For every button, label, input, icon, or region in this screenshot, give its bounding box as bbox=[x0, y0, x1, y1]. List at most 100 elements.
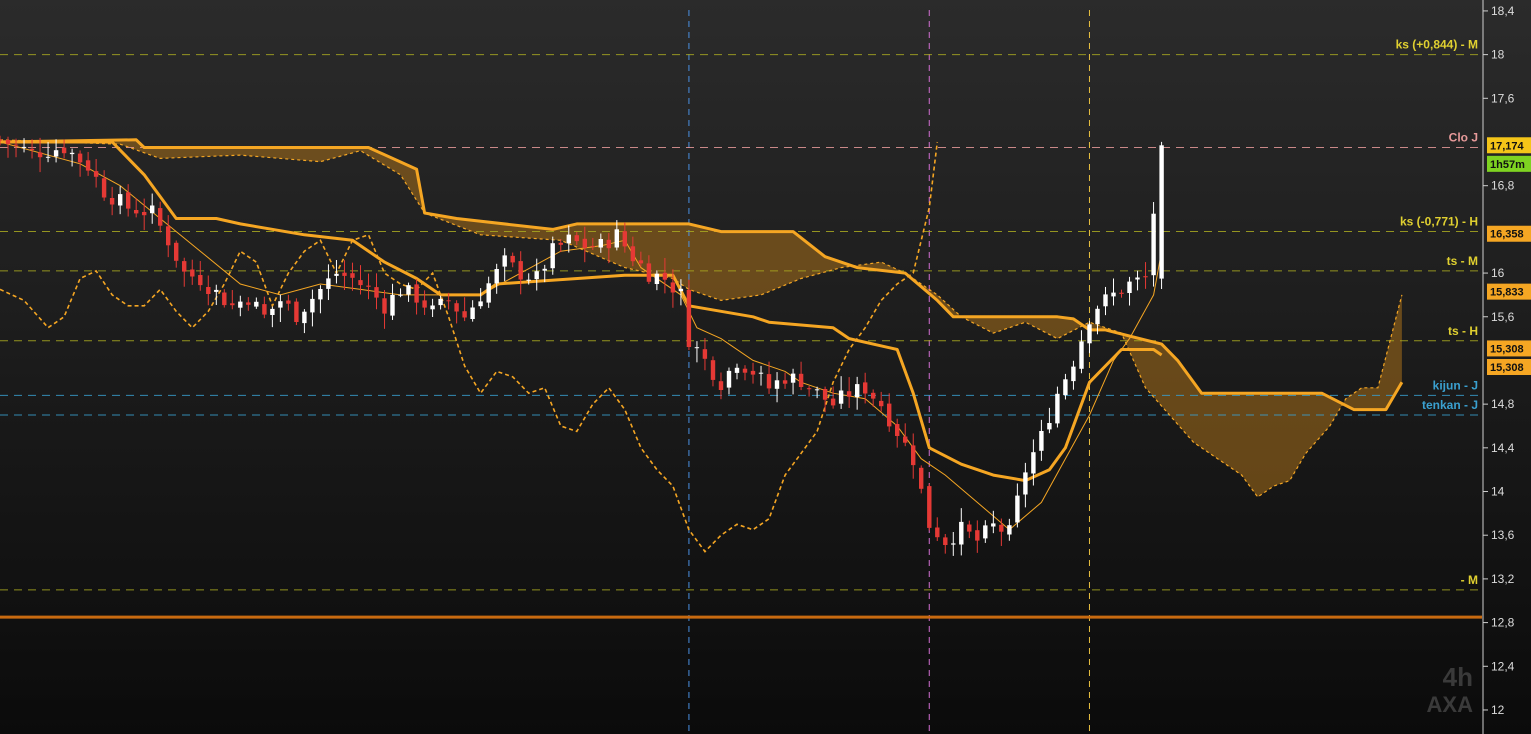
candle-body bbox=[911, 445, 916, 466]
candle-body bbox=[1111, 292, 1116, 297]
candle-body bbox=[895, 424, 900, 436]
candle-body bbox=[190, 269, 195, 277]
timeframe-watermark: 4h bbox=[1442, 662, 1473, 692]
candle-body bbox=[502, 255, 507, 267]
candle-body bbox=[1079, 341, 1084, 369]
axis-tick-label: 14,8 bbox=[1491, 397, 1515, 411]
candle-body bbox=[822, 389, 828, 400]
candle-body bbox=[654, 273, 660, 284]
candle-body bbox=[1119, 292, 1124, 294]
candle-body bbox=[414, 284, 419, 303]
candle-body bbox=[678, 288, 684, 292]
candle-body bbox=[919, 467, 924, 489]
candle-body bbox=[1103, 294, 1108, 307]
candle-body bbox=[230, 303, 235, 306]
candle-body bbox=[158, 208, 163, 226]
candle-body bbox=[222, 292, 227, 306]
level-label: ts - H bbox=[1448, 324, 1478, 338]
candle-body bbox=[182, 261, 187, 272]
candle-body bbox=[406, 285, 411, 295]
candle-body bbox=[174, 242, 179, 261]
candle-body bbox=[790, 373, 796, 383]
candle-body bbox=[85, 160, 91, 171]
candle-body bbox=[686, 289, 692, 347]
axis-tick-label: 14,4 bbox=[1491, 441, 1515, 455]
candle-body bbox=[1143, 276, 1148, 278]
candle-body bbox=[887, 403, 892, 427]
candle-body bbox=[774, 380, 780, 389]
candle-body bbox=[670, 282, 676, 293]
candle-body bbox=[510, 255, 515, 263]
candle-body bbox=[166, 226, 171, 246]
price-tag-label: 15,308 bbox=[1490, 343, 1524, 355]
candle-body bbox=[518, 261, 523, 280]
candle-body bbox=[574, 235, 579, 242]
axis-tick-label: 15,6 bbox=[1491, 310, 1515, 324]
candle-body bbox=[101, 178, 107, 198]
candle-body bbox=[126, 192, 131, 209]
candle-body bbox=[142, 212, 147, 216]
candle-body bbox=[726, 370, 732, 388]
candle-body bbox=[29, 148, 35, 150]
level-label: tenkan - J bbox=[1422, 398, 1478, 412]
candle-body bbox=[943, 537, 948, 545]
candle-body bbox=[61, 147, 67, 154]
candle-body bbox=[398, 294, 403, 296]
candle-body bbox=[526, 279, 531, 281]
candle-body bbox=[342, 272, 347, 276]
candle-body bbox=[967, 524, 972, 532]
candle-body bbox=[798, 373, 804, 387]
candle-body bbox=[766, 374, 772, 389]
axis-tick-label: 18,4 bbox=[1491, 4, 1515, 18]
candle-body bbox=[294, 301, 299, 322]
candle-body bbox=[109, 198, 115, 205]
candle-body bbox=[582, 238, 587, 248]
candle-body bbox=[246, 302, 251, 305]
candle-body bbox=[903, 436, 908, 443]
candle-body bbox=[430, 305, 435, 310]
axis-tick-label: 12,8 bbox=[1491, 616, 1515, 630]
candle-body bbox=[326, 278, 331, 289]
axis-tick-label: 18 bbox=[1491, 48, 1505, 62]
level-label: - M bbox=[1461, 573, 1478, 587]
candle-body bbox=[694, 347, 700, 349]
candle-body bbox=[855, 384, 860, 398]
candle-body bbox=[1087, 324, 1092, 344]
candle-body bbox=[53, 150, 59, 157]
candle-body bbox=[863, 382, 868, 394]
level-label: Clo J bbox=[1449, 130, 1478, 144]
candle-body bbox=[606, 239, 611, 249]
candle-body bbox=[534, 271, 539, 280]
axis-tick-label: 13,6 bbox=[1491, 528, 1515, 542]
candle-body bbox=[838, 390, 844, 404]
symbol-watermark: AXA bbox=[1426, 692, 1473, 717]
candle-body bbox=[1023, 472, 1028, 495]
axis-tick-label: 17,6 bbox=[1491, 91, 1515, 105]
candlestick-chart: 18,4 18 17,6 16,8 16 15,6 14,8 14,4 14 13,6 13,2 12… bbox=[0, 0, 1531, 734]
candle-body bbox=[334, 273, 339, 276]
candle-body bbox=[951, 543, 956, 545]
candle-body bbox=[286, 300, 291, 304]
candle-body bbox=[454, 303, 459, 312]
candle-body bbox=[45, 156, 51, 158]
candle-body bbox=[1047, 423, 1052, 430]
candle-body bbox=[270, 308, 275, 315]
candle-body bbox=[93, 171, 99, 177]
price-tag-label: 17,174 bbox=[1490, 140, 1525, 152]
candle-body bbox=[254, 301, 259, 307]
candle-body bbox=[198, 275, 203, 286]
axis-tick-label: 16 bbox=[1491, 266, 1505, 280]
candle-body bbox=[366, 285, 371, 287]
candle-body bbox=[438, 298, 443, 306]
candle-body bbox=[871, 392, 876, 399]
candle-body bbox=[1015, 495, 1020, 523]
candle-body bbox=[614, 229, 619, 248]
candle-body bbox=[550, 243, 555, 269]
candle-body bbox=[478, 301, 483, 307]
candle-body bbox=[991, 523, 996, 527]
price-tag-label: 1h57m bbox=[1490, 159, 1525, 171]
candle-body bbox=[806, 388, 812, 390]
candle-body bbox=[630, 246, 636, 262]
candle-body bbox=[382, 298, 387, 314]
candle-body bbox=[1151, 213, 1156, 276]
